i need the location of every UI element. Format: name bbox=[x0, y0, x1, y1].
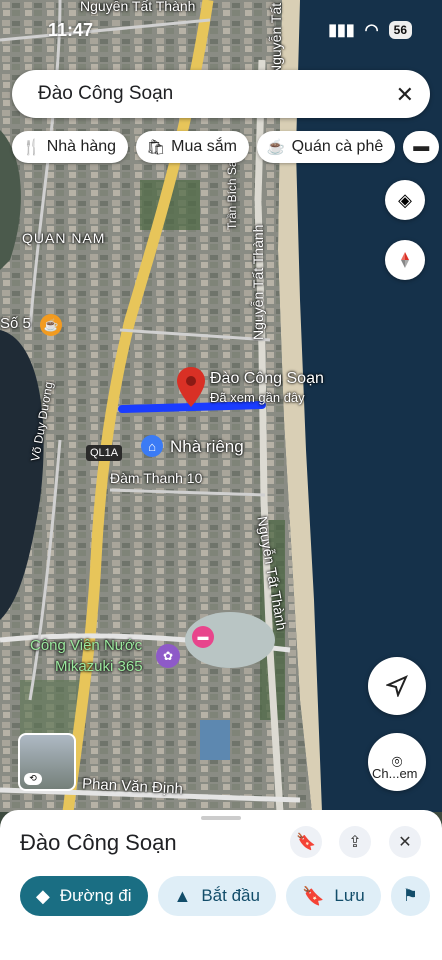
street-label: Nguyễn Tất Thành bbox=[80, 0, 196, 14]
lens-label: Ch...em bbox=[372, 766, 418, 781]
close-sheet-button[interactable]: ✕ bbox=[389, 826, 421, 858]
signal-icon: ▮▮▮ bbox=[328, 22, 355, 39]
street-label: Trần Bích San bbox=[225, 153, 239, 230]
start-button[interactable]: ▲ Bắt đầu bbox=[157, 876, 276, 916]
place-title: Đào Công Soạn bbox=[20, 830, 177, 855]
category-chips: 🍴 Nhà hàng 🛍 Mua sắm ☕ Quán cà phê ▬ bbox=[12, 131, 440, 163]
poi-label: Công Viên Nước bbox=[30, 637, 143, 654]
cafe-icon[interactable]: ☕ bbox=[40, 314, 62, 336]
share-button[interactable]: ⇪ bbox=[339, 826, 371, 858]
map-view[interactable]: Nguyễn Tất Thành QUAN NAM Trần Bích San … bbox=[0, 0, 442, 812]
chip-cafes[interactable]: ☕ Quán cà phê bbox=[256, 131, 396, 163]
flag-button[interactable]: ⚑ bbox=[390, 876, 430, 916]
directions-button[interactable]: ◆ Đường đi bbox=[20, 876, 148, 916]
place-sheet[interactable]: Đào Công Soạn 🔖 ⇪ ✕ ◆ Đường đi ▲ Bắt đầu 🔖… bbox=[0, 810, 442, 960]
compass-icon bbox=[401, 252, 409, 268]
hotel-bed-icon: ▬ bbox=[413, 138, 430, 155]
pin-subtitle-label: Đã xem gần đây bbox=[210, 390, 305, 405]
status-time: 11:47 bbox=[48, 20, 94, 40]
chip-more[interactable]: ▬ bbox=[403, 131, 440, 163]
chip-label: Nhà hàng bbox=[46, 138, 117, 155]
save-icon-button[interactable]: 🔖 bbox=[290, 826, 322, 858]
navigation-arrow-icon bbox=[386, 675, 408, 697]
chip-label: Mua sắm bbox=[171, 138, 237, 155]
street-label: Đàm Thanh 10 bbox=[110, 470, 203, 486]
lens-button[interactable]: ⌾ bbox=[368, 733, 426, 791]
bookmark-icon: 🔖 bbox=[296, 834, 316, 851]
street-view-thumbnail[interactable]: ⟲ bbox=[18, 733, 76, 791]
location-pin-icon[interactable] bbox=[177, 367, 205, 407]
home-icon[interactable]: ⌂ bbox=[141, 435, 163, 457]
navigate-arrow-icon: ▲ bbox=[173, 885, 192, 906]
layers-button[interactable]: ◈ bbox=[385, 180, 425, 220]
fork-knife-icon: 🍴 bbox=[22, 139, 41, 156]
district-label: QUAN NAM bbox=[22, 230, 106, 246]
my-location-button[interactable] bbox=[368, 657, 426, 715]
shopping-bag-icon: 🛍 bbox=[146, 139, 166, 156]
rotate-icon: ⟲ bbox=[24, 773, 42, 785]
chip-restaurants[interactable]: 🍴 Nhà hàng bbox=[12, 131, 129, 163]
poi-label: Số 5 bbox=[0, 315, 31, 332]
action-label: Lưu bbox=[334, 886, 365, 905]
wifi-icon: ◠ bbox=[364, 22, 379, 39]
street-label: Nguyễn Tất Thành bbox=[250, 224, 266, 340]
bookmark-icon: 🔖 bbox=[301, 885, 325, 906]
poi-label: Mikazuki 365 bbox=[55, 658, 143, 675]
chip-label: Quán cà phê bbox=[291, 138, 384, 155]
park-icon[interactable]: ✿ bbox=[156, 644, 180, 668]
drag-handle[interactable] bbox=[201, 816, 241, 820]
pin-title-label: Đào Công Soạn bbox=[210, 370, 324, 387]
action-buttons: ◆ Đường đi ▲ Bắt đầu 🔖 Lưu ⚑ bbox=[20, 876, 430, 916]
highway-shield: QL1A bbox=[86, 445, 123, 461]
flag-icon: ⚑ bbox=[402, 886, 418, 905]
share-icon: ⇪ bbox=[348, 834, 362, 851]
coffee-cup-icon: ☕ bbox=[266, 139, 286, 156]
action-label: Đường đi bbox=[59, 886, 132, 905]
layers-icon: ◈ bbox=[398, 189, 412, 210]
search-bar[interactable]: Đào Công Soạn ✕ bbox=[12, 70, 430, 118]
battery-icon: 56 bbox=[388, 21, 412, 39]
home-label: Nhà riêng bbox=[170, 437, 244, 456]
action-label: Bắt đầu bbox=[201, 886, 260, 905]
search-input[interactable]: Đào Công Soạn bbox=[38, 83, 173, 105]
close-icon: ✕ bbox=[398, 834, 412, 851]
chip-shopping[interactable]: 🛍 Mua sắm bbox=[136, 131, 249, 163]
close-icon[interactable]: ✕ bbox=[396, 82, 414, 108]
directions-icon: ◆ bbox=[36, 885, 50, 906]
compass-button[interactable] bbox=[385, 240, 425, 280]
hotel-icon[interactable]: ▬ bbox=[192, 626, 214, 648]
status-bar: 11:47 ▮▮▮ ◠ 56 bbox=[0, 14, 442, 46]
save-button[interactable]: 🔖 Lưu bbox=[285, 876, 381, 916]
